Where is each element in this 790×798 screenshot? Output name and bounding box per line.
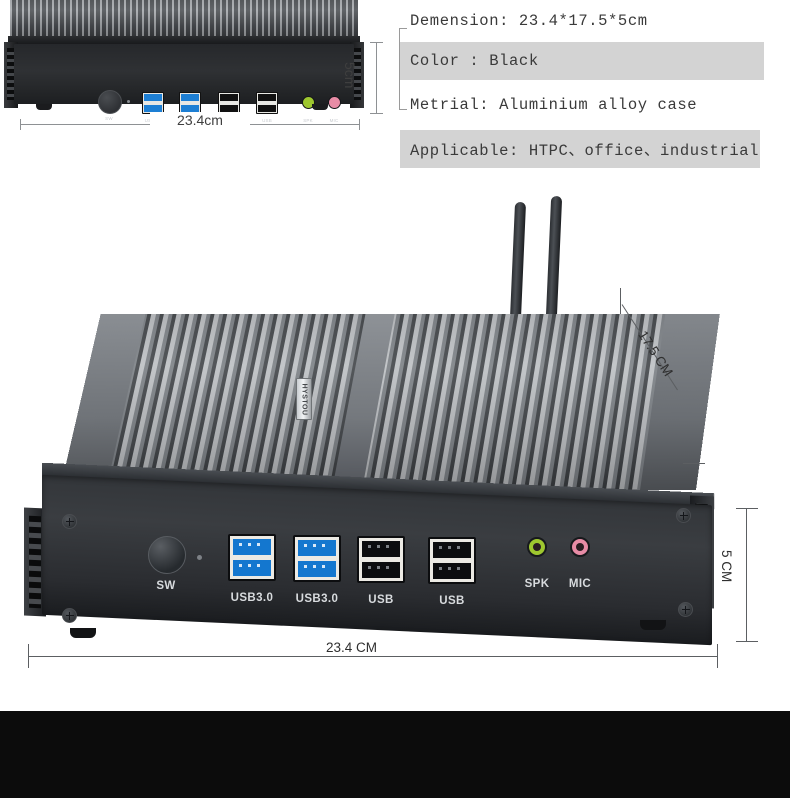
panel-screw-bottom-right	[678, 602, 693, 617]
inset-product-photo: SW USB3.0 USB3.0 USB USB SPK MIC 23.4cm …	[0, 0, 392, 140]
usb2-port-1	[357, 536, 405, 583]
heatsink-deck	[60, 313, 720, 490]
usb3-port-1-label: USB3.0	[230, 592, 274, 604]
main-product-photo: HYSTOU SW USB3.0 USB3.0 USB USB SPK MIC …	[0, 178, 790, 711]
spec-row-dimension: Demension: 23.4*17.5*5cm	[410, 12, 648, 30]
specification-list: Demension: 23.4*17.5*5cm Color : Black M…	[400, 0, 790, 178]
bottom-black-band	[0, 711, 790, 798]
inset-power-label: SW	[105, 116, 113, 121]
inset-usb3-port-2	[179, 92, 201, 114]
usb2-port-1-label: USB	[368, 594, 394, 606]
usb3-port-1	[228, 534, 276, 581]
speaker-jack-label: SPK	[524, 578, 550, 590]
inset-front-panel: SW USB3.0 USB3.0 USB USB SPK MIC	[14, 44, 354, 123]
panel-screw-top-left	[62, 514, 77, 529]
power-button[interactable]	[148, 536, 186, 574]
width-dimension-tick-right	[717, 644, 718, 668]
product-image-canvas: SW USB3.0 USB3.0 USB USB SPK MIC 23.4cm …	[0, 0, 790, 798]
inset-mic-jack	[328, 96, 341, 109]
inset-mic-label: MIC	[329, 118, 339, 123]
usb3-port-2-label: USB3.0	[295, 593, 339, 605]
mic-jack	[570, 537, 590, 557]
spec-row-color: Color : Black	[400, 42, 764, 80]
inset-usb2-port-1	[218, 92, 240, 114]
chassis-foot-left	[70, 628, 96, 638]
brand-logo-text: HYSTOU	[300, 382, 308, 416]
inset-height-dimension-line	[370, 42, 383, 114]
height-dimension-line	[746, 508, 747, 641]
spec-row-material: Metrial: Aluminium alloy case	[410, 96, 698, 114]
panel-screw-top-right	[676, 508, 691, 523]
usb3-port-2	[293, 535, 341, 582]
power-led-indicator	[197, 555, 202, 560]
mic-jack-label: MIC	[568, 578, 592, 590]
inset-usb3-port-1	[142, 92, 164, 114]
height-dimension-tick-bottom	[736, 641, 758, 642]
width-dimension-tick-left	[28, 644, 29, 668]
width-dimension-line	[28, 656, 718, 657]
panel-screw-bottom-left	[62, 608, 77, 623]
inset-height-dimension-label: 5cm	[342, 62, 358, 89]
inset-usb2-label-2: USB	[262, 118, 272, 123]
inset-heatsink	[10, 0, 358, 40]
depth-dimension-tick-bottom	[683, 463, 705, 464]
inset-power-button	[98, 90, 122, 114]
inset-foot-left	[36, 104, 52, 110]
inset-power-led	[127, 100, 130, 103]
usb2-port-2	[428, 537, 476, 584]
inset-foot-right	[312, 104, 328, 110]
brand-logo-badge: HYSTOU	[296, 378, 312, 420]
spec-row-applicable: Applicable: HTPC、office、industrial	[400, 130, 760, 168]
height-dimension-tick-top	[736, 508, 758, 509]
power-button-label: SW	[156, 580, 176, 592]
inset-speaker-label: SPK	[303, 118, 313, 123]
depth-dimension-tick-top	[620, 288, 621, 314]
usb2-port-2-label: USB	[439, 595, 465, 607]
heatsink-fins	[60, 313, 720, 490]
width-dimension-label: 23.4 CM	[318, 640, 386, 655]
height-dimension-label: 5 CM	[719, 550, 734, 583]
inset-width-dimension-label: 23.4cm	[150, 112, 250, 128]
speaker-jack	[527, 537, 547, 557]
chassis-foot-right	[640, 620, 666, 630]
inset-usb2-port-2	[256, 92, 278, 114]
